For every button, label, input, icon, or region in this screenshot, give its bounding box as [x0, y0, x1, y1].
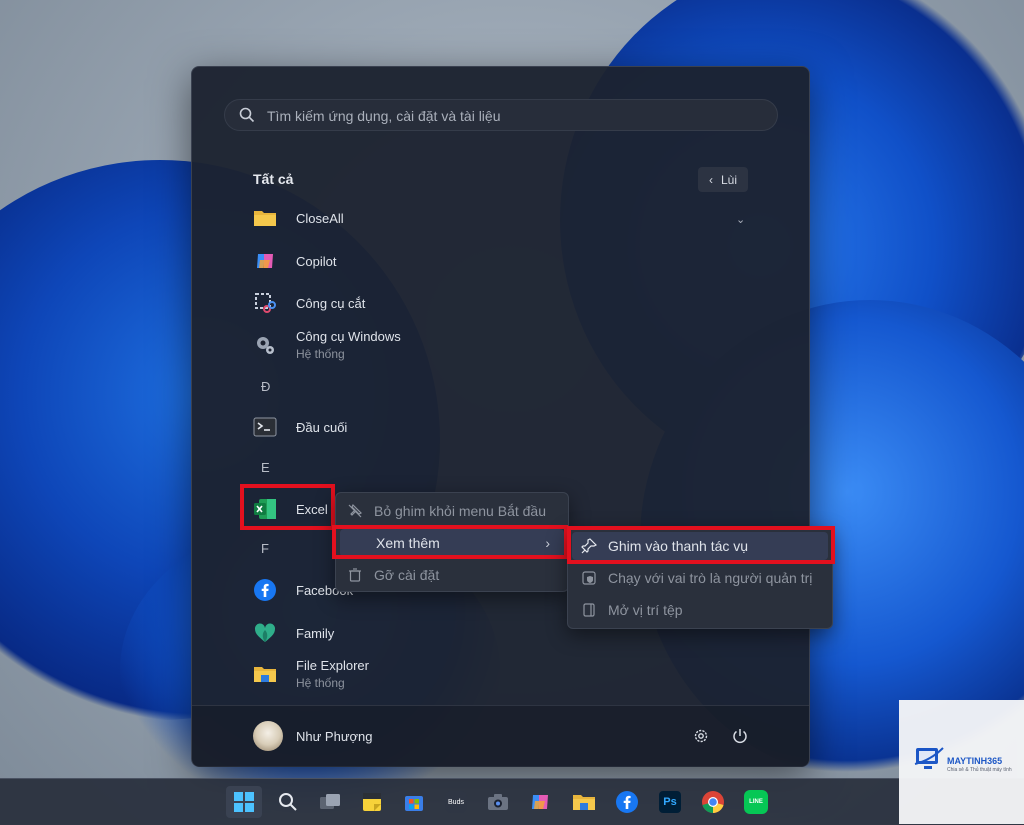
search-icon[interactable]	[270, 786, 306, 818]
copilot-icon	[253, 249, 277, 273]
unpin-start-item[interactable]: Bỏ ghim khỏi menu Bắt đầu	[346, 497, 561, 525]
unpin-label: Bỏ ghim khỏi menu Bắt đầu	[374, 503, 546, 519]
settings-gear-icon[interactable]	[689, 724, 713, 748]
facebook-icon[interactable]	[609, 786, 645, 818]
photoshop-label: Ps	[659, 791, 681, 813]
windows-tools-icon	[253, 333, 277, 357]
search-input[interactable]	[265, 104, 769, 128]
line-icon[interactable]: LINE	[738, 786, 774, 818]
chrome-icon[interactable]	[695, 786, 731, 818]
buds-icon[interactable]: Buds	[438, 786, 474, 818]
app-name: File Explorer	[296, 658, 369, 673]
family-icon	[253, 621, 277, 645]
letter-header[interactable]: Đ	[261, 379, 270, 394]
start-footer: Như Phượng	[192, 705, 809, 767]
section-title: Tất cả	[253, 171, 294, 187]
app-item-family[interactable]: Family	[253, 615, 334, 651]
app-name: Công cụ cắt	[296, 295, 366, 311]
letter-header[interactable]: F	[261, 541, 269, 556]
start-icon[interactable]	[226, 786, 262, 818]
app-item-file-explorer[interactable]: File Explorer Hệ thống	[253, 656, 369, 692]
app-item-copilot[interactable]: Copilot	[253, 243, 336, 279]
context-menu: Bỏ ghim khỏi menu Bắt đầu Xem thêm › Gỡ …	[335, 492, 569, 592]
open-file-location-label: Mở vị trí tệp	[608, 602, 683, 618]
open-file-location-item[interactable]: Mở vị trí tệp	[580, 596, 830, 624]
app-item-terminal[interactable]: Đầu cuối	[253, 409, 347, 445]
uninstall-label: Gỡ cài đặt	[374, 567, 440, 583]
watermark-tagline: Chia sẻ & Thủ thuật máy tính	[947, 767, 1012, 773]
pin-taskbar-label: Ghim vào thanh tác vụ	[608, 538, 749, 554]
app-item-windows-tools[interactable]: Công cụ Windows Hệ thống	[253, 327, 401, 363]
see-more-item[interactable]: Xem thêm ›	[340, 529, 564, 557]
facebook-icon	[253, 578, 277, 602]
watermark-brand: MAYTINH365	[947, 756, 1003, 766]
user-name[interactable]: Như Phượng	[296, 729, 373, 744]
app-name: Đầu cuối	[296, 419, 348, 435]
start-menu: Tất cả ‹ Lùi ⌄ CloseAll Copilot Công cụ …	[191, 66, 810, 767]
letter-header[interactable]: E	[261, 460, 270, 475]
chevron-left-icon: ‹	[708, 172, 713, 187]
see-more-label: Xem thêm	[376, 535, 440, 551]
unpin-icon	[346, 503, 364, 519]
watermark: MAYTINH365 Chia sẻ & Thủ thuật máy tính	[899, 700, 1024, 824]
avatar[interactable]	[253, 721, 283, 751]
file-explorer-icon	[253, 662, 277, 686]
power-icon[interactable]	[728, 724, 752, 748]
search-box[interactable]	[224, 99, 778, 131]
pin-taskbar-item[interactable]: Ghim vào thanh tác vụ	[572, 532, 828, 560]
copilot-icon[interactable]	[522, 786, 558, 818]
app-subtitle: Hệ thống	[296, 676, 345, 690]
app-item-excel[interactable]: Excel	[253, 491, 328, 527]
folder-icon	[253, 206, 277, 230]
back-button[interactable]: ‹ Lùi	[698, 167, 748, 192]
file-location-icon	[580, 602, 598, 618]
terminal-icon	[253, 415, 277, 439]
photoshop-icon[interactable]: Ps	[652, 786, 688, 818]
app-item-snipping-tool[interactable]: Công cụ cắt	[253, 285, 365, 321]
sticky-notes-icon[interactable]	[354, 786, 390, 818]
app-name: CloseAll	[296, 210, 344, 226]
task-view-icon[interactable]	[312, 786, 348, 818]
line-label: LINE	[744, 790, 768, 814]
chevron-down-icon[interactable]: ⌄	[736, 213, 745, 226]
run-as-admin-item[interactable]: Chạy với vai trò là người quản trị	[580, 564, 830, 592]
back-label: Lùi	[720, 172, 737, 187]
store-icon[interactable]	[396, 786, 432, 818]
run-as-admin-label: Chạy với vai trò là người quản trị	[608, 570, 813, 586]
pin-icon	[580, 538, 598, 554]
camera-icon[interactable]	[480, 786, 516, 818]
excel-icon	[253, 497, 277, 521]
buds-label: Buds	[445, 791, 467, 813]
submenu: Ghim vào thanh tác vụ Chạy với vai trò l…	[567, 527, 833, 629]
shield-icon	[580, 570, 598, 586]
file-explorer-icon[interactable]	[566, 786, 602, 818]
app-name: Family	[296, 625, 335, 641]
app-item-closeall[interactable]: CloseAll	[253, 200, 344, 236]
app-subtitle: Hệ thống	[296, 347, 345, 361]
app-name: Công cụ Windows	[296, 329, 401, 344]
search-icon	[239, 107, 255, 128]
maytinh365-logo-icon	[914, 747, 944, 769]
app-name: Copilot	[296, 253, 337, 269]
chevron-right-icon: ›	[545, 535, 550, 551]
taskbar: Buds Ps LINE	[0, 778, 1024, 825]
uninstall-item[interactable]: Gỡ cài đặt	[346, 561, 561, 589]
trash-icon	[346, 567, 364, 583]
app-name: Excel	[296, 501, 328, 517]
snipping-tool-icon	[253, 291, 277, 315]
